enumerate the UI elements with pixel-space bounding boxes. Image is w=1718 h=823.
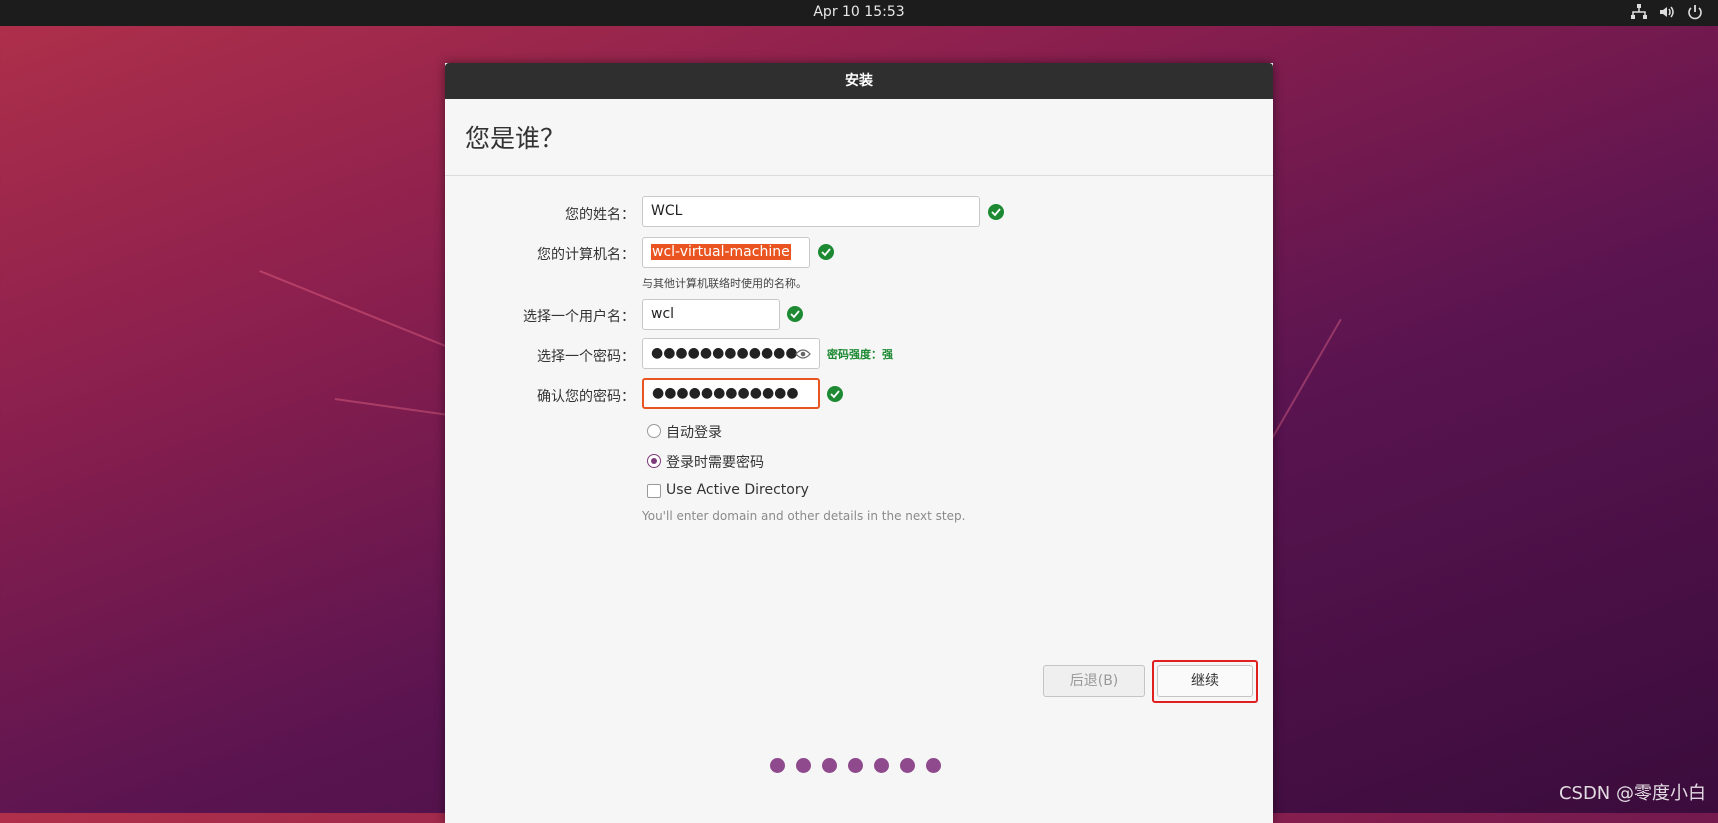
auto-login-radio[interactable] <box>647 424 661 438</box>
username-label: 选择一个用户名： <box>523 309 635 325</box>
network-icon[interactable] <box>1630 3 1648 21</box>
computer-name-label: 您的计算机名： <box>537 247 635 263</box>
computer-name-field[interactable]: wcl-virtual-machine <box>642 237 810 268</box>
system-tray[interactable] <box>1630 3 1704 21</box>
wallpaper-decoration <box>259 270 446 347</box>
wallpaper-decoration <box>334 398 454 417</box>
progress-dot <box>796 758 811 773</box>
confirm-password-field[interactable]: ●●●●●●●●●●●● <box>642 378 820 409</box>
progress-dot <box>900 758 915 773</box>
back-button[interactable]: 后退(B) <box>1043 665 1145 697</box>
page-title: 您是谁？ <box>465 124 566 153</box>
show-password-icon[interactable] <box>795 346 811 362</box>
confirm-password-label: 确认您的密码： <box>537 389 635 405</box>
progress-dot <box>848 758 863 773</box>
active-directory-hint: You'll enter domain and other details in… <box>642 509 966 523</box>
computer-name-selection: wcl-virtual-machine <box>651 244 791 260</box>
name-valid-icon <box>988 204 1004 220</box>
volume-icon[interactable] <box>1658 3 1676 21</box>
progress-dot <box>874 758 889 773</box>
clock[interactable]: Apr 10 15:53 <box>0 4 1718 20</box>
installer-window: 安装 您是谁？ 您的姓名： WCL 您的计算机名： wcl-virtual-ma… <box>445 63 1273 823</box>
computer-name-valid-icon <box>818 244 834 260</box>
progress-dot <box>770 758 785 773</box>
power-icon[interactable] <box>1686 3 1704 21</box>
window-title: 安装 <box>445 63 1273 99</box>
highlight-box <box>1152 660 1258 703</box>
password-label: 选择一个密码： <box>537 349 635 365</box>
active-directory-checkbox[interactable] <box>647 484 661 498</box>
progress-dots <box>770 758 941 773</box>
progress-dot <box>926 758 941 773</box>
wallpaper-decoration <box>1270 318 1342 441</box>
confirm-password-valid-icon <box>827 386 843 402</box>
username-valid-icon <box>787 306 803 322</box>
computer-name-hint: 与其他计算机联络时使用的名称。 <box>642 277 807 290</box>
password-strength: 密码强度：强 <box>827 348 893 361</box>
watermark: CSDN @零度小白 <box>1558 783 1706 804</box>
password-field[interactable]: ●●●●●●●●●●●● <box>642 338 820 369</box>
top-bar: Apr 10 15:53 <box>0 0 1718 26</box>
name-label: 您的姓名： <box>565 207 635 223</box>
require-password-radio[interactable] <box>647 454 661 468</box>
active-directory-label[interactable]: Use Active Directory <box>666 482 809 498</box>
require-password-label[interactable]: 登录时需要密码 <box>666 452 764 472</box>
name-field[interactable]: WCL <box>642 196 980 227</box>
auto-login-label[interactable]: 自动登录 <box>666 422 722 442</box>
username-field[interactable]: wcl <box>642 299 780 330</box>
divider <box>445 175 1273 176</box>
progress-dot <box>822 758 837 773</box>
